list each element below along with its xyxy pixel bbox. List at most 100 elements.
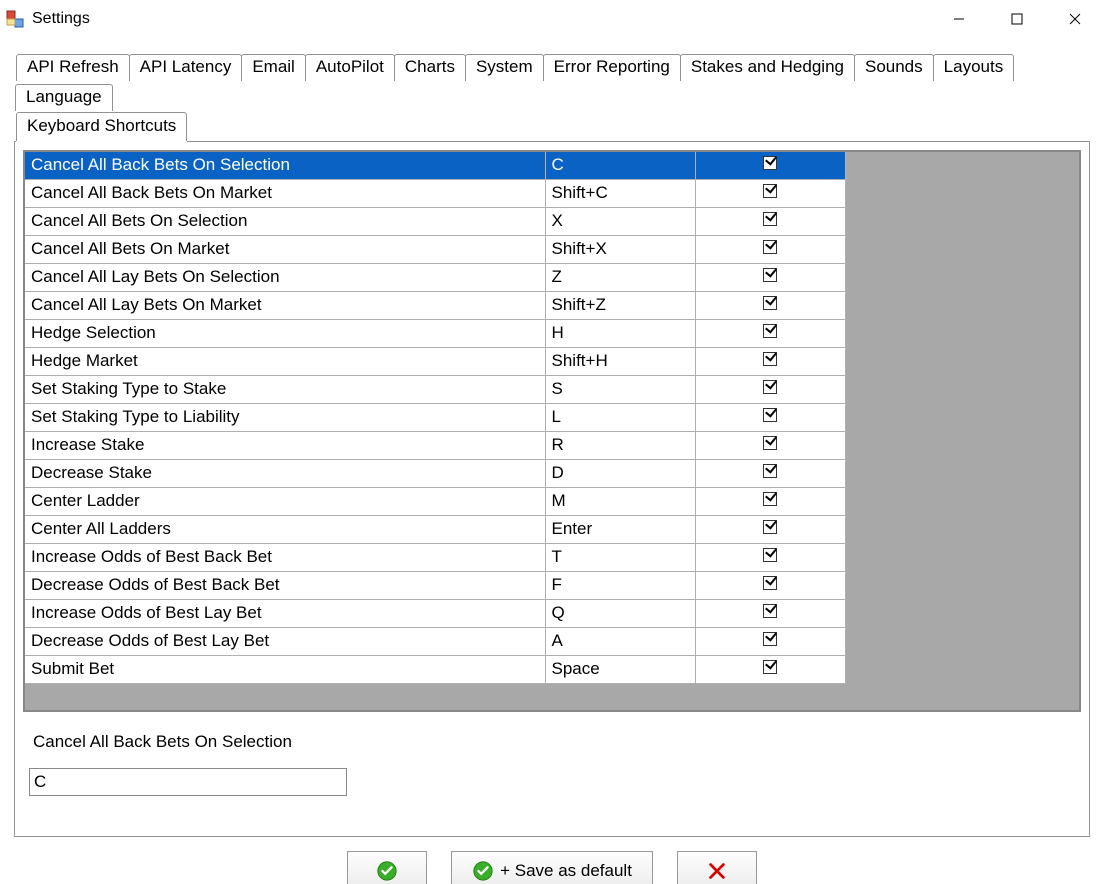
checkbox-icon[interactable]: [763, 492, 777, 506]
shortcut-enabled-cell[interactable]: [695, 376, 845, 404]
table-row[interactable]: Submit BetSpace: [25, 656, 845, 684]
minimize-button[interactable]: [930, 0, 988, 37]
ok-button[interactable]: [347, 851, 427, 884]
cancel-button[interactable]: [677, 851, 757, 884]
shortcut-enabled-cell[interactable]: [695, 264, 845, 292]
shortcut-enabled-cell[interactable]: [695, 348, 845, 376]
checkbox-icon[interactable]: [763, 464, 777, 478]
table-row[interactable]: Hedge MarketShift+H: [25, 348, 845, 376]
checkbox-icon[interactable]: [763, 576, 777, 590]
shortcut-key-cell[interactable]: D: [545, 460, 695, 488]
shortcut-key-cell[interactable]: M: [545, 488, 695, 516]
table-row[interactable]: Set Staking Type to StakeS: [25, 376, 845, 404]
shortcut-action-cell[interactable]: Decrease Stake: [25, 460, 545, 488]
shortcut-key-cell[interactable]: Enter: [545, 516, 695, 544]
shortcut-key-cell[interactable]: Z: [545, 264, 695, 292]
close-button[interactable]: [1046, 0, 1104, 37]
tab-keyboard-shortcuts[interactable]: Keyboard Shortcuts: [16, 112, 187, 142]
shortcut-key-cell[interactable]: Shift+Z: [545, 292, 695, 320]
shortcut-enabled-cell[interactable]: [695, 544, 845, 572]
table-row[interactable]: Cancel All Back Bets On SelectionC: [25, 152, 845, 180]
shortcut-action-cell[interactable]: Decrease Odds of Best Lay Bet: [25, 628, 545, 656]
shortcut-key-cell[interactable]: Shift+H: [545, 348, 695, 376]
checkbox-icon[interactable]: [763, 548, 777, 562]
shortcut-action-cell[interactable]: Increase Odds of Best Lay Bet: [25, 600, 545, 628]
shortcut-action-cell[interactable]: Increase Stake: [25, 432, 545, 460]
table-row[interactable]: Cancel All Lay Bets On SelectionZ: [25, 264, 845, 292]
checkbox-icon[interactable]: [763, 156, 777, 170]
save-default-button[interactable]: + Save as default: [451, 851, 653, 884]
shortcut-key-cell[interactable]: Shift+X: [545, 236, 695, 264]
table-row[interactable]: Decrease Odds of Best Lay BetA: [25, 628, 845, 656]
shortcut-key-cell[interactable]: C: [545, 152, 695, 180]
shortcut-action-cell[interactable]: Set Staking Type to Stake: [25, 376, 545, 404]
shortcut-action-cell[interactable]: Cancel All Lay Bets On Selection: [25, 264, 545, 292]
shortcut-enabled-cell[interactable]: [695, 600, 845, 628]
shortcut-key-cell[interactable]: T: [545, 544, 695, 572]
table-row[interactable]: Center All LaddersEnter: [25, 516, 845, 544]
shortcut-action-cell[interactable]: Hedge Market: [25, 348, 545, 376]
shortcut-enabled-cell[interactable]: [695, 208, 845, 236]
shortcut-enabled-cell[interactable]: [695, 180, 845, 208]
checkbox-icon[interactable]: [763, 604, 777, 618]
shortcut-action-cell[interactable]: Submit Bet: [25, 656, 545, 684]
shortcut-enabled-cell[interactable]: [695, 404, 845, 432]
maximize-button[interactable]: [988, 0, 1046, 37]
checkbox-icon[interactable]: [763, 380, 777, 394]
tab-layouts[interactable]: Layouts: [933, 54, 1015, 81]
shortcut-key-cell[interactable]: H: [545, 320, 695, 348]
tab-api-latency[interactable]: API Latency: [129, 54, 243, 81]
checkbox-icon[interactable]: [763, 660, 777, 674]
tab-api-refresh[interactable]: API Refresh: [16, 54, 130, 81]
shortcut-action-cell[interactable]: Center All Ladders: [25, 516, 545, 544]
shortcut-key-cell[interactable]: Space: [545, 656, 695, 684]
table-row[interactable]: Cancel All Bets On SelectionX: [25, 208, 845, 236]
shortcut-enabled-cell[interactable]: [695, 572, 845, 600]
tab-charts[interactable]: Charts: [394, 54, 466, 81]
checkbox-icon[interactable]: [763, 408, 777, 422]
checkbox-icon[interactable]: [763, 352, 777, 366]
shortcut-enabled-cell[interactable]: [695, 152, 845, 180]
shortcut-key-cell[interactable]: X: [545, 208, 695, 236]
checkbox-icon[interactable]: [763, 324, 777, 338]
shortcut-action-cell[interactable]: Cancel All Bets On Market: [25, 236, 545, 264]
checkbox-icon[interactable]: [763, 520, 777, 534]
shortcut-key-input[interactable]: [29, 768, 347, 796]
shortcut-action-cell[interactable]: Cancel All Back Bets On Market: [25, 180, 545, 208]
shortcut-enabled-cell[interactable]: [695, 432, 845, 460]
tab-error-reporting[interactable]: Error Reporting: [543, 54, 681, 81]
tab-sounds[interactable]: Sounds: [854, 54, 934, 81]
table-row[interactable]: Cancel All Lay Bets On MarketShift+Z: [25, 292, 845, 320]
shortcut-action-cell[interactable]: Increase Odds of Best Back Bet: [25, 544, 545, 572]
shortcut-enabled-cell[interactable]: [695, 320, 845, 348]
shortcut-key-cell[interactable]: S: [545, 376, 695, 404]
shortcut-enabled-cell[interactable]: [695, 628, 845, 656]
shortcut-enabled-cell[interactable]: [695, 292, 845, 320]
table-row[interactable]: Decrease StakeD: [25, 460, 845, 488]
table-row[interactable]: Cancel All Bets On MarketShift+X: [25, 236, 845, 264]
shortcut-enabled-cell[interactable]: [695, 236, 845, 264]
shortcut-action-cell[interactable]: Set Staking Type to Liability: [25, 404, 545, 432]
table-row[interactable]: Set Staking Type to LiabilityL: [25, 404, 845, 432]
checkbox-icon[interactable]: [763, 296, 777, 310]
shortcut-action-cell[interactable]: Hedge Selection: [25, 320, 545, 348]
shortcut-enabled-cell[interactable]: [695, 516, 845, 544]
shortcut-key-cell[interactable]: F: [545, 572, 695, 600]
checkbox-icon[interactable]: [763, 240, 777, 254]
table-row[interactable]: Cancel All Back Bets On MarketShift+C: [25, 180, 845, 208]
table-row[interactable]: Increase Odds of Best Back BetT: [25, 544, 845, 572]
shortcut-enabled-cell[interactable]: [695, 460, 845, 488]
table-row[interactable]: Hedge SelectionH: [25, 320, 845, 348]
checkbox-icon[interactable]: [763, 436, 777, 450]
shortcut-action-cell[interactable]: Decrease Odds of Best Back Bet: [25, 572, 545, 600]
shortcut-key-cell[interactable]: R: [545, 432, 695, 460]
shortcut-enabled-cell[interactable]: [695, 656, 845, 684]
tab-system[interactable]: System: [465, 54, 544, 81]
shortcut-key-cell[interactable]: Q: [545, 600, 695, 628]
table-row[interactable]: Decrease Odds of Best Back BetF: [25, 572, 845, 600]
tab-stakes-and-hedging[interactable]: Stakes and Hedging: [680, 54, 855, 81]
shortcut-action-cell[interactable]: Cancel All Lay Bets On Market: [25, 292, 545, 320]
tab-email[interactable]: Email: [241, 54, 306, 81]
shortcut-enabled-cell[interactable]: [695, 488, 845, 516]
shortcut-key-cell[interactable]: A: [545, 628, 695, 656]
